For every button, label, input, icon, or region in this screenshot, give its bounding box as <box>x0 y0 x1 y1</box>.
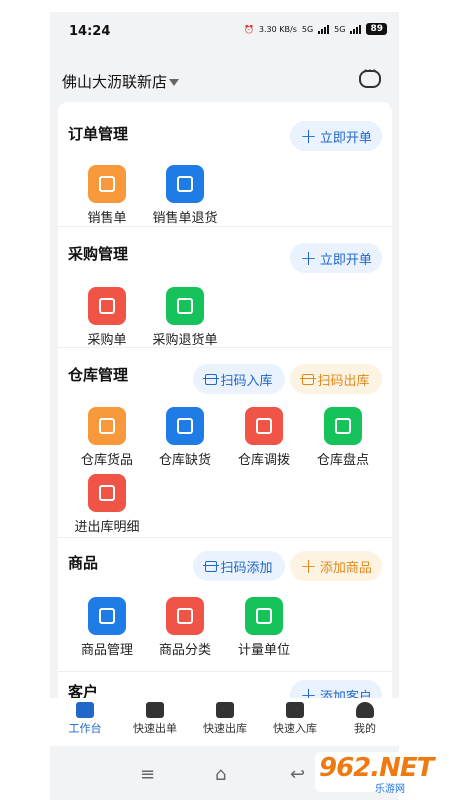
tile-sales-order[interactable]: 销售单 <box>67 165 147 226</box>
tile-warehouse-inventory[interactable]: 仓库盘点 <box>303 407 383 468</box>
tile-goods-category[interactable]: 商品分类 <box>145 597 225 658</box>
tile-stock-ledger[interactable]: 进出库明细 <box>67 474 147 535</box>
dashboard-icon <box>76 702 94 718</box>
watermark-main: 962.NET <box>319 753 434 783</box>
watermark-sub: 乐游网 <box>375 784 405 795</box>
watermark-logo: 962.NET 乐游网 <box>315 752 447 795</box>
section-order: 订单管理 + 立即开单 销售单 销售单退货 <box>58 102 392 227</box>
alarm-icon: ⏰ <box>243 24 254 34</box>
chat-icon[interactable] <box>359 67 381 88</box>
menu-icon[interactable]: ≡ <box>140 764 155 785</box>
scan-add-button[interactable]: 扫码添加 <box>193 551 285 581</box>
box-alert-icon <box>166 407 204 445</box>
status-time: 14:24 <box>69 24 111 39</box>
scan-icon <box>203 560 220 572</box>
tab-quick-in[interactable]: 快速入库 <box>260 702 330 736</box>
add-goods-button[interactable]: + 添加商品 <box>290 551 382 581</box>
inventory-icon <box>324 407 362 445</box>
scan-out-button[interactable]: 扫码出库 <box>290 364 382 394</box>
app-header: 佛山大沥联新店 <box>50 56 399 106</box>
plus-icon: + <box>300 554 317 578</box>
return-icon <box>166 165 204 203</box>
bottom-tabbar: 工作台 快速出单 快速出库 快速入库 我的 <box>50 698 399 746</box>
tile-warehouse-shortage[interactable]: 仓库缺货 <box>145 407 225 468</box>
order-create-button[interactable]: + 立即开单 <box>290 121 382 151</box>
phone-screen: 14:24 ⏰ 3.30 KB/s 5G 5G 89 佛山大沥联新店 订单管理 … <box>50 12 399 800</box>
transfer-icon <box>245 407 283 445</box>
return-bag-icon <box>166 287 204 325</box>
tile-measure-unit[interactable]: 计量单位 <box>224 597 304 658</box>
tile-purchase-order[interactable]: 采购单 <box>67 287 147 348</box>
store-name: 佛山大沥联新店 <box>62 73 168 91</box>
tab-quick-order[interactable]: 快速出单 <box>120 702 190 736</box>
section-title: 商品 <box>68 554 99 572</box>
workbench-card: 订单管理 + 立即开单 销售单 销售单退货 采购管理 + 立即开单 采购单 采购… <box>58 102 392 707</box>
battery-icon: 89 <box>366 23 387 35</box>
warehouse-icon <box>286 702 304 718</box>
category-icon <box>166 597 204 635</box>
scan-icon <box>300 373 317 385</box>
tab-quick-out[interactable]: 快速出库 <box>190 702 260 736</box>
home-icon[interactable]: ⌂ <box>215 764 226 785</box>
section-title: 订单管理 <box>68 125 129 143</box>
back-icon[interactable]: ↩ <box>290 764 305 785</box>
signal-icon <box>318 24 330 34</box>
section-title: 仓库管理 <box>68 366 129 384</box>
section-warehouse: 仓库管理 扫码入库 扫码出库 仓库货品 仓库缺货 仓库调拨 仓库盘点 进出库明细 <box>58 347 392 538</box>
tile-purchase-return[interactable]: 采购退货单 <box>145 287 225 348</box>
scan-icon <box>203 373 220 385</box>
section-purchase: 采购管理 + 立即开单 采购单 采购退货单 <box>58 226 392 348</box>
status-icons: ⏰ 3.30 KB/s 5G 5G 89 <box>244 23 387 35</box>
wallet-icon <box>216 702 234 718</box>
bag-icon <box>88 287 126 325</box>
store-selector[interactable]: 佛山大沥联新店 <box>62 71 180 92</box>
signal-icon-2 <box>350 24 362 34</box>
tile-warehouse-transfer[interactable]: 仓库调拨 <box>224 407 304 468</box>
bookmark-icon <box>88 597 126 635</box>
trend-icon <box>146 702 164 718</box>
plus-icon: + <box>300 124 317 148</box>
tile-goods-manage[interactable]: 商品管理 <box>67 597 147 658</box>
status-bar: 14:24 ⏰ 3.30 KB/s 5G 5G 89 <box>50 12 399 52</box>
scale-icon <box>245 597 283 635</box>
tile-warehouse-goods[interactable]: 仓库货品 <box>67 407 147 468</box>
sim2-label: 5G <box>334 24 346 34</box>
dropdown-caret-icon <box>169 79 180 86</box>
tab-workbench[interactable]: 工作台 <box>50 702 120 736</box>
boxes-icon <box>88 407 126 445</box>
section-goods: 商品 扫码添加 + 添加商品 商品管理 商品分类 计量单位 <box>58 537 392 672</box>
ledger-icon <box>88 474 126 512</box>
plus-icon: + <box>300 246 317 270</box>
scan-in-button[interactable]: 扫码入库 <box>193 364 285 394</box>
tile-sales-return[interactable]: 销售单退货 <box>145 165 225 226</box>
user-icon <box>356 702 374 718</box>
purchase-create-button[interactable]: + 立即开单 <box>290 243 382 273</box>
receipt-icon <box>88 165 126 203</box>
sim1-label: 5G <box>301 24 314 34</box>
tab-mine[interactable]: 我的 <box>330 702 399 736</box>
section-title: 采购管理 <box>68 245 129 263</box>
net-speed: 3.30 KB/s <box>258 24 297 34</box>
